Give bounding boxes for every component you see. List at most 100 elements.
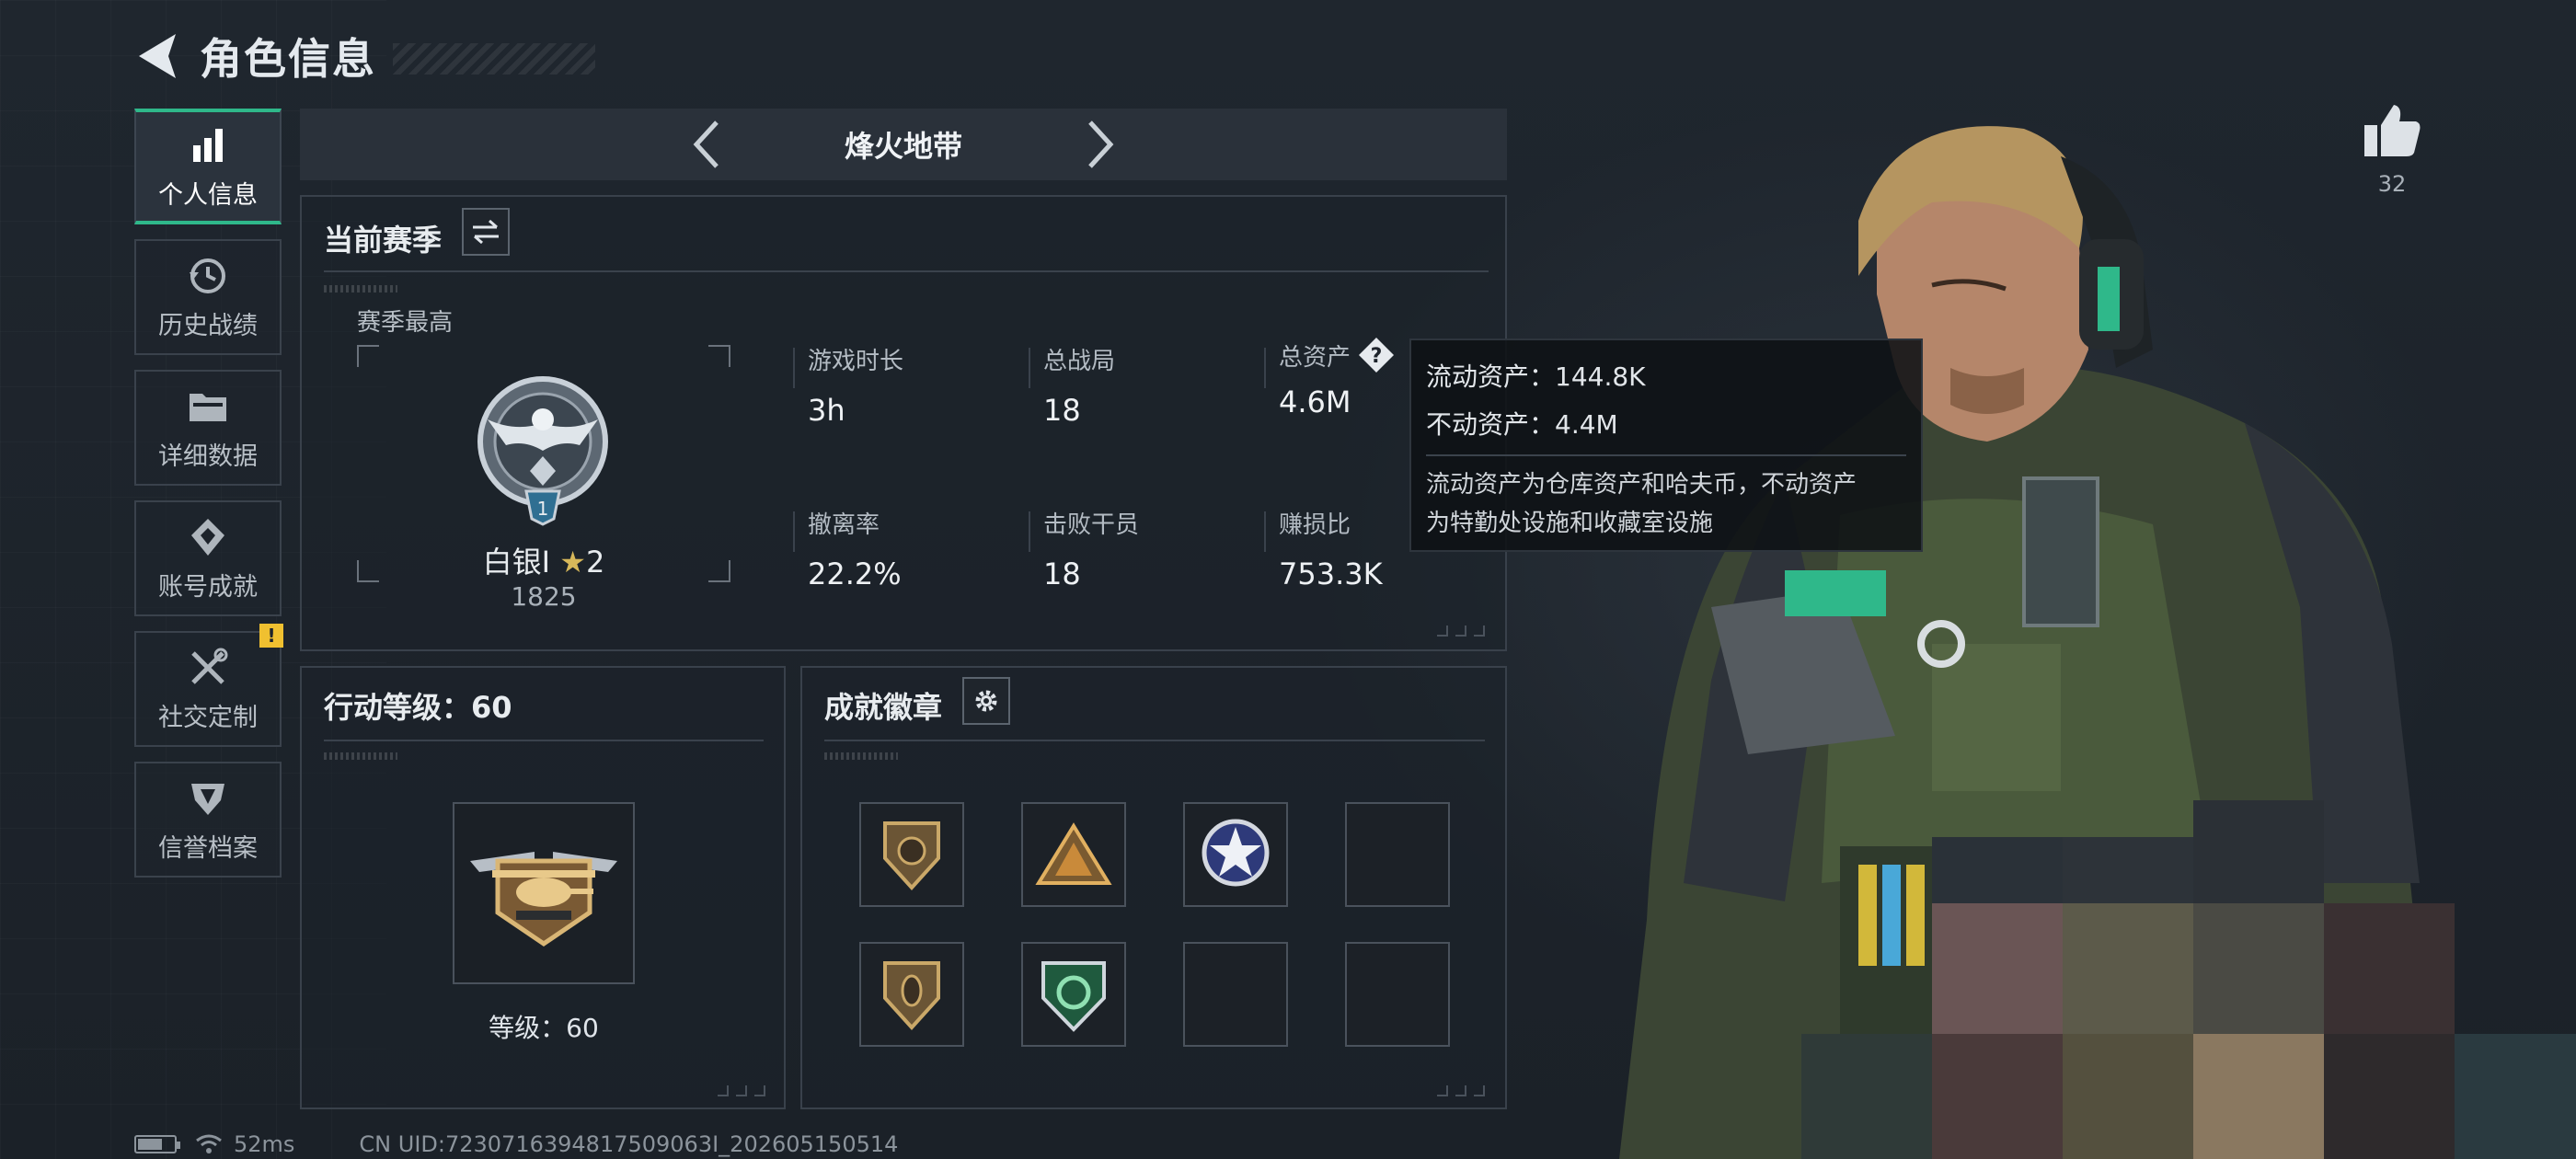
- back-button[interactable]: [133, 30, 179, 82]
- achievement-slot-empty[interactable]: [1345, 802, 1450, 907]
- rank-score: 1825: [511, 581, 577, 612]
- folder-icon: [186, 384, 230, 429]
- sidebar-item-social[interactable]: ! 社交定制: [134, 624, 283, 747]
- achievement-slot[interactable]: [1021, 802, 1126, 907]
- stat-value: 753.3K: [1279, 557, 1383, 591]
- divider: [793, 348, 795, 388]
- like-count: 32: [2377, 171, 2407, 197]
- silver-rank-emblem-icon: 1: [477, 376, 608, 526]
- mode-prev-button[interactable]: [679, 117, 734, 172]
- sidebar-item-achievements[interactable]: 账号成就: [134, 500, 282, 616]
- swap-icon: [473, 219, 499, 245]
- helicopter-emblem-icon: [470, 852, 617, 947]
- thumbs-up-icon[interactable]: [2363, 101, 2421, 160]
- fixed-assets-text: 不动资产：4.4M: [1426, 409, 1618, 440]
- tooltip-description-line1: 流动资产为仓库资产和哈夫币，不动资产: [1426, 471, 1857, 499]
- shield-badge-icon: [883, 961, 940, 1030]
- rank-name-text: 白银I: [482, 545, 551, 580]
- stat-profit-ratio: 赚损比 753.3K: [1279, 506, 1383, 591]
- stat-value: 4.6M: [1279, 384, 1351, 419]
- warning-badge: !: [259, 624, 283, 648]
- divider: [1264, 511, 1266, 552]
- wifi-icon: [196, 1134, 222, 1153]
- achievement-slot-empty[interactable]: [1345, 942, 1450, 1047]
- mode-selector: 烽火地带: [300, 109, 1507, 180]
- achievement-slot[interactable]: [859, 942, 964, 1047]
- stat-value: 18: [1043, 393, 1081, 428]
- achievement-slot[interactable]: [1021, 942, 1126, 1047]
- liquid-assets-text: 流动资产：144.8K: [1426, 361, 1646, 392]
- stat-value: 18: [1043, 557, 1081, 591]
- stat-operators-defeated: 击败干员 18: [1043, 506, 1139, 591]
- status-bar: 52ms CN UID:7230716394817509063I_2026051…: [134, 1131, 898, 1157]
- divider: [793, 511, 795, 552]
- rank-name: 白银I ★2: [357, 539, 730, 581]
- divider: [324, 740, 764, 741]
- stat-value: 3h: [808, 393, 845, 428]
- level-emblem: [453, 802, 635, 984]
- tooltip-description-line2: 为特勤处设施和收藏室设施: [1426, 510, 1714, 537]
- bar-chart-icon: [186, 123, 230, 167]
- stat-value: 22.2%: [808, 557, 902, 591]
- sidebar-item-label: 个人信息: [158, 180, 258, 210]
- divider: [1029, 511, 1030, 552]
- season-switch-button[interactable]: [462, 208, 510, 256]
- tools-icon: [186, 646, 230, 690]
- sidebar-item-label: 信誉档案: [158, 833, 258, 863]
- history-icon: [186, 254, 230, 298]
- rank-stars: 2: [585, 545, 605, 580]
- chevron-left-icon: [693, 120, 719, 168]
- sidebar-item-credit[interactable]: 信誉档案: [134, 762, 282, 878]
- mode-next-button[interactable]: [1073, 117, 1128, 172]
- stat-play-time: 游戏时长 3h: [808, 342, 903, 428]
- star-emblem-icon: [1202, 819, 1270, 887]
- title-stripe: [393, 43, 595, 75]
- header: 角色信息: [133, 26, 595, 86]
- stat-label: 击败干员: [1043, 511, 1140, 539]
- stat-label: 总战局: [1043, 348, 1116, 375]
- credit-shield-icon: [186, 776, 230, 820]
- divider: [1029, 348, 1030, 388]
- sidebar-item-label: 社交定制: [158, 703, 258, 732]
- sidebar-item-detail-data[interactable]: 详细数据: [134, 370, 282, 486]
- ping-text: 52ms: [234, 1131, 295, 1157]
- chevron-right-icon: [1088, 120, 1114, 168]
- svg-text:1: 1: [537, 498, 549, 520]
- uid-text: CN UID:7230716394817509063I_202605150514: [359, 1131, 899, 1157]
- stat-label: 总资产: [1279, 343, 1351, 372]
- stat-total-matches: 总战局 18: [1043, 342, 1115, 428]
- stat-extract-rate: 撤离率 22.2%: [808, 506, 902, 591]
- sidebar-item-label: 账号成就: [158, 572, 258, 602]
- back-arrow-icon: [139, 34, 176, 78]
- sidebar: 个人信息 历史战绩 详细数据 账号成就 ! 社交定制 信誉档案: [134, 109, 283, 892]
- stat-label: 赚损比: [1279, 511, 1351, 539]
- stripe-decoration: [824, 752, 898, 760]
- level-text: 等级：60: [489, 1013, 599, 1043]
- achievements-settings-button[interactable]: [962, 677, 1010, 725]
- sidebar-item-history[interactable]: 历史战绩: [134, 239, 282, 355]
- stat-label: 撤离率: [808, 511, 880, 539]
- level-title: 行动等级：60: [324, 690, 512, 725]
- season-best-label: 赛季最高: [357, 309, 454, 337]
- season-title: 当前赛季: [324, 223, 443, 258]
- help-icon[interactable]: ?: [1358, 337, 1395, 373]
- stripe-decoration: [324, 752, 397, 760]
- battery-icon: [134, 1135, 180, 1153]
- achievement-slot[interactable]: [1183, 802, 1288, 907]
- achievement-slot[interactable]: [859, 802, 964, 907]
- page-title: 角色信息: [200, 34, 376, 84]
- divider: [324, 270, 1489, 272]
- green-badge-icon: [1041, 961, 1106, 1032]
- achievement-slot-empty[interactable]: [1183, 942, 1288, 1047]
- corner-decoration: [1437, 1085, 1485, 1096]
- sidebar-item-personal-info[interactable]: 个人信息: [134, 109, 282, 224]
- achievements-title: 成就徽章: [824, 690, 943, 725]
- divider: [1426, 454, 1906, 456]
- assets-tooltip: 流动资产：144.8K 不动资产：4.4M 流动资产为仓库资产和哈夫币，不动资产…: [1409, 339, 1923, 552]
- mode-title: 烽火地带: [844, 129, 962, 164]
- sidebar-item-label: 历史战绩: [158, 311, 258, 340]
- divider: [824, 740, 1485, 741]
- achievement-icon: [186, 515, 230, 559]
- stat-total-assets: 总资产 ? 4.6M: [1279, 337, 1395, 419]
- shield-badge-icon: [883, 821, 940, 890]
